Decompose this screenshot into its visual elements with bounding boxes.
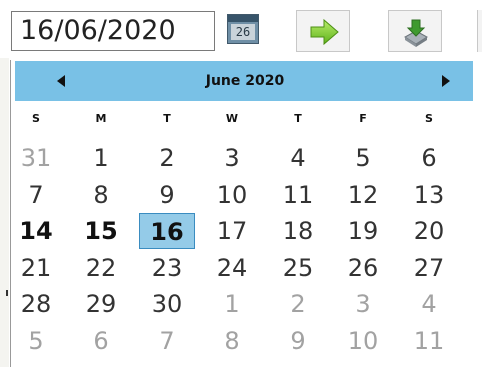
- day-cell[interactable]: 22: [74, 250, 128, 286]
- day-cell[interactable]: 14: [9, 213, 63, 249]
- next-month-button[interactable]: [430, 61, 470, 101]
- day-cell[interactable]: 7: [9, 177, 63, 213]
- selected-day-cell[interactable]: 16: [139, 213, 195, 250]
- day-cell[interactable]: 24: [205, 250, 259, 286]
- day-cell[interactable]: 11: [271, 177, 325, 213]
- day-cell[interactable]: 20: [402, 213, 456, 249]
- green-right-arrow-icon: [310, 18, 339, 46]
- weekday-label: W: [225, 112, 239, 125]
- day-cell[interactable]: 11: [402, 323, 456, 359]
- day-cell[interactable]: 1: [74, 140, 128, 176]
- weekday-label: F: [359, 112, 367, 125]
- day-cell[interactable]: 17: [205, 213, 259, 249]
- day-cell[interactable]: 13: [402, 177, 456, 213]
- day-cell[interactable]: 7: [140, 323, 194, 359]
- calendar-icon[interactable]: 26: [227, 14, 259, 44]
- day-cell[interactable]: 27: [402, 250, 456, 286]
- go-button[interactable]: [296, 10, 350, 52]
- day-cell[interactable]: 21: [9, 250, 63, 286]
- day-cell[interactable]: 4: [402, 286, 456, 322]
- day-cell[interactable]: 3: [336, 286, 390, 322]
- day-cell[interactable]: 12: [336, 177, 390, 213]
- day-cell[interactable]: 6: [402, 140, 456, 176]
- weekday-label: S: [425, 112, 433, 125]
- day-cell[interactable]: 3: [205, 140, 259, 176]
- triangle-left-icon: [57, 75, 65, 87]
- day-cell[interactable]: 5: [336, 140, 390, 176]
- date-input[interactable]: 16/06/2020: [11, 11, 215, 51]
- toolbar-button-partial[interactable]: [477, 10, 482, 52]
- day-cell[interactable]: 2: [271, 286, 325, 322]
- day-cell[interactable]: 8: [74, 177, 128, 213]
- background-page-edge: [0, 58, 9, 367]
- day-cell[interactable]: 10: [336, 323, 390, 359]
- day-cell[interactable]: 4: [271, 140, 325, 176]
- day-cell[interactable]: 15: [74, 213, 128, 249]
- calendar-icon-day-number: 26: [231, 24, 255, 40]
- day-cell[interactable]: 2: [140, 140, 194, 176]
- weekday-label: T: [163, 112, 171, 125]
- weekday-header-row: SMTWTFS: [32, 112, 472, 134]
- weekday-label: M: [95, 112, 107, 125]
- day-cell[interactable]: 18: [271, 213, 325, 249]
- day-cell[interactable]: 19: [336, 213, 390, 249]
- day-cell[interactable]: 5: [9, 323, 63, 359]
- day-cell[interactable]: 9: [140, 177, 194, 213]
- day-cell[interactable]: 9: [271, 323, 325, 359]
- day-grid: 31 1 2 3 4 5 6 7 8 9 10 11 12 13 14 15 16 17 18 19 20 21 22 23 2…: [19, 140, 472, 362]
- day-cell[interactable]: 1: [205, 286, 259, 322]
- calendar-header: June 2020: [15, 61, 473, 101]
- weekday-label: S: [32, 112, 40, 125]
- prev-month-button[interactable]: [45, 61, 85, 101]
- day-cell[interactable]: 10: [205, 177, 259, 213]
- download-button[interactable]: [388, 10, 442, 52]
- calendar-icon-header: [228, 15, 258, 22]
- day-cell[interactable]: 30: [140, 286, 194, 322]
- day-cell[interactable]: 25: [271, 250, 325, 286]
- download-icon: [404, 19, 428, 47]
- calendar-popup: June 2020 SMTWTFS 31 1 2 3 4 5 6 7 8 9 10 11 12 13 14 1…: [10, 60, 473, 367]
- day-cell[interactable]: 31: [9, 140, 63, 176]
- day-cell[interactable]: 29: [74, 286, 128, 322]
- day-cell[interactable]: 8: [205, 323, 259, 359]
- day-cell[interactable]: 28: [9, 286, 63, 322]
- day-cell[interactable]: 6: [74, 323, 128, 359]
- day-cell[interactable]: 26: [336, 250, 390, 286]
- month-title: June 2020: [205, 73, 285, 89]
- weekday-label: T: [294, 112, 302, 125]
- day-cell[interactable]: 23: [140, 250, 194, 286]
- background-mark: [6, 290, 8, 296]
- triangle-right-icon: [442, 75, 450, 87]
- toolbar: 16/06/2020 26: [0, 0, 482, 58]
